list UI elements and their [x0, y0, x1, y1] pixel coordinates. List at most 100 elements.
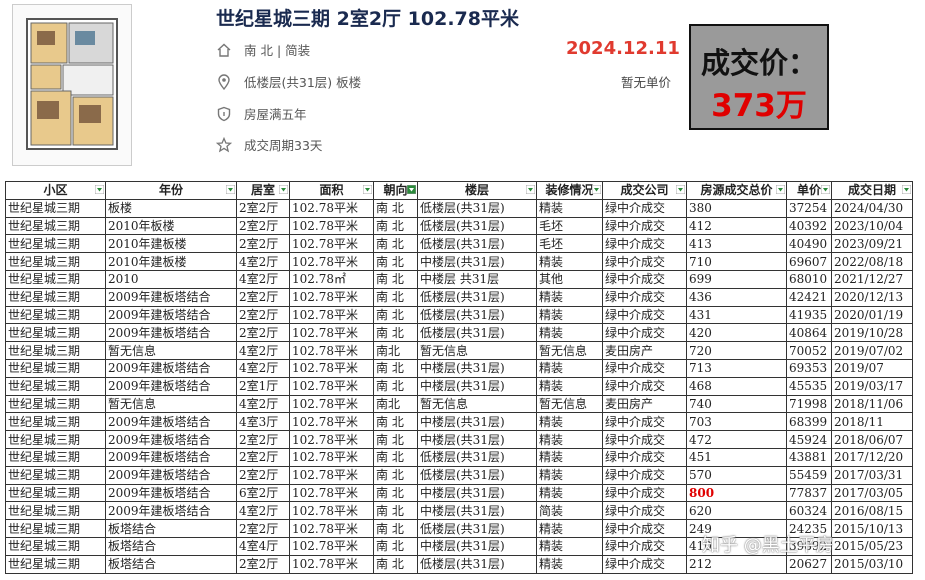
table-cell[interactable]: 绿中介成交 [602, 536, 687, 556]
table-cell[interactable]: 绿中介成交 [602, 554, 687, 574]
table-cell[interactable]: 2017/03/05 [831, 483, 913, 503]
table-cell[interactable]: 620 [686, 501, 787, 521]
table-cell[interactable]: 380 [686, 198, 787, 218]
table-cell[interactable]: 精装 [536, 412, 603, 432]
table-cell[interactable]: 2015/05/23 [831, 536, 913, 556]
table-cell[interactable]: 世纪星城三期 [5, 536, 106, 556]
table-cell[interactable]: 2室2厅 [236, 554, 290, 574]
table-cell[interactable]: 毛坯 [536, 234, 603, 254]
table-cell[interactable]: 南 北 [373, 269, 418, 289]
table-cell[interactable]: 102.78平米 [289, 234, 374, 254]
table-cell[interactable]: 世纪星城三期 [5, 216, 106, 236]
table-cell[interactable]: 40864 [786, 323, 832, 343]
table-cell[interactable]: 70052 [786, 341, 832, 360]
table-cell[interactable]: 世纪星城三期 [5, 198, 106, 218]
table-cell[interactable]: 102.78平米 [289, 341, 374, 360]
table-cell[interactable]: 102.78平米 [289, 465, 374, 485]
table-cell[interactable]: 2009年建板塔结合 [105, 323, 237, 343]
column-header[interactable]: 面积 [289, 181, 374, 200]
table-cell[interactable]: 102.78㎡ [289, 269, 374, 289]
table-cell[interactable]: 6室2厅 [236, 483, 290, 503]
table-cell[interactable]: 中楼层(共31层) [417, 358, 537, 378]
table-cell[interactable]: 2室2厅 [236, 447, 290, 467]
table-cell[interactable]: 102.78平米 [289, 501, 374, 521]
table-cell[interactable]: 4室3厅 [236, 412, 290, 432]
table-cell[interactable]: 2009年建板塔结合 [105, 376, 237, 396]
table-cell[interactable]: 毛坯 [536, 216, 603, 236]
table-cell[interactable]: 暂无信息 [536, 341, 603, 360]
table-cell[interactable]: 413 [686, 234, 787, 254]
table-cell[interactable]: 南 北 [373, 554, 418, 574]
table-cell[interactable]: 71998 [786, 394, 832, 414]
table-cell[interactable]: 精装 [536, 536, 603, 556]
table-cell[interactable]: 436 [686, 287, 787, 307]
table-cell[interactable]: 绿中介成交 [602, 305, 687, 325]
table-cell[interactable]: 699 [686, 269, 787, 289]
table-cell[interactable]: 绿中介成交 [602, 519, 687, 538]
table-cell[interactable]: 中楼层(共31层) [417, 430, 537, 449]
table-cell[interactable]: 绿中介成交 [602, 198, 687, 218]
table-cell[interactable]: 世纪星城三期 [5, 430, 106, 449]
table-cell[interactable]: 4室2厅 [236, 394, 290, 414]
table-cell[interactable]: 2室2厅 [236, 198, 290, 218]
table-cell[interactable]: 低楼层(共31层) [417, 323, 537, 343]
table-cell[interactable]: 4室2厅 [236, 358, 290, 378]
table-cell[interactable]: 102.78平米 [289, 483, 374, 503]
table-cell[interactable]: 精装 [536, 358, 603, 378]
table-cell[interactable]: 102.78平米 [289, 358, 374, 378]
table-cell[interactable]: 2室2厅 [236, 430, 290, 449]
table-cell[interactable]: 2010年建板楼 [105, 234, 237, 254]
table-cell[interactable]: 世纪星城三期 [5, 323, 106, 343]
table-cell[interactable]: 麦田房产 [602, 341, 687, 360]
table-cell[interactable]: 102.78平米 [289, 412, 374, 432]
table-cell[interactable]: 世纪星城三期 [5, 252, 106, 271]
filter-dropdown-icon[interactable] [95, 185, 104, 194]
table-cell[interactable]: 世纪星城三期 [5, 394, 106, 414]
table-cell[interactable]: 低楼层(共31层) [417, 465, 537, 485]
table-cell[interactable]: 2019/10/28 [831, 323, 913, 343]
filter-dropdown-icon[interactable] [407, 185, 416, 194]
table-cell[interactable]: 431 [686, 305, 787, 325]
table-cell[interactable]: 板塔结合 [105, 554, 237, 574]
table-cell[interactable]: 绿中介成交 [602, 269, 687, 289]
table-cell[interactable]: 绿中介成交 [602, 252, 687, 271]
table-cell[interactable]: 2020/01/19 [831, 305, 913, 325]
table-cell[interactable]: 世纪星城三期 [5, 483, 106, 503]
table-cell[interactable]: 2023/09/21 [831, 234, 913, 254]
table-cell[interactable]: 绿中介成交 [602, 216, 687, 236]
table-cell[interactable]: 2009年建板塔结合 [105, 501, 237, 521]
table-cell[interactable]: 2022/08/18 [831, 252, 913, 271]
table-cell[interactable]: 南 北 [373, 376, 418, 396]
table-cell[interactable]: 2009年建板塔结合 [105, 483, 237, 503]
table-cell[interactable]: 绿中介成交 [602, 358, 687, 378]
table-cell[interactable]: 2010 [105, 269, 237, 289]
table-cell[interactable]: 713 [686, 358, 787, 378]
table-cell[interactable]: 102.78平米 [289, 554, 374, 574]
table-cell[interactable]: 低楼层(共31层) [417, 234, 537, 254]
table-cell[interactable]: 世纪星城三期 [5, 287, 106, 307]
table-cell[interactable]: 精装 [536, 465, 603, 485]
table-cell[interactable]: 102.78平米 [289, 376, 374, 396]
table-cell[interactable]: 中楼层(共31层) [417, 483, 537, 503]
table-cell[interactable]: 世纪星城三期 [5, 376, 106, 396]
filter-dropdown-icon[interactable] [279, 185, 288, 194]
table-cell[interactable]: 2010年建板楼 [105, 252, 237, 271]
table-cell[interactable]: 2020/12/13 [831, 287, 913, 307]
table-cell[interactable]: 102.78平米 [289, 447, 374, 467]
table-cell[interactable]: 4室2厅 [236, 252, 290, 271]
column-header[interactable]: 朝向 [373, 181, 418, 200]
table-cell[interactable]: 绿中介成交 [602, 465, 687, 485]
table-cell[interactable]: 740 [686, 394, 787, 414]
table-cell[interactable]: 板塔结合 [105, 536, 237, 556]
table-cell[interactable]: 2009年建板塔结合 [105, 447, 237, 467]
table-cell[interactable]: 102.78平米 [289, 305, 374, 325]
table-cell[interactable]: 4室2厅 [236, 501, 290, 521]
column-header[interactable]: 单价 [786, 181, 832, 200]
table-cell[interactable]: 绿中介成交 [602, 287, 687, 307]
table-cell[interactable]: 2009年建板塔结合 [105, 358, 237, 378]
table-cell[interactable]: 南 北 [373, 430, 418, 449]
table-cell[interactable]: 世纪星城三期 [5, 269, 106, 289]
table-cell[interactable]: 南 北 [373, 305, 418, 325]
column-header[interactable]: 房源成交总价 [686, 181, 787, 200]
table-cell[interactable]: 2019/07 [831, 358, 913, 378]
